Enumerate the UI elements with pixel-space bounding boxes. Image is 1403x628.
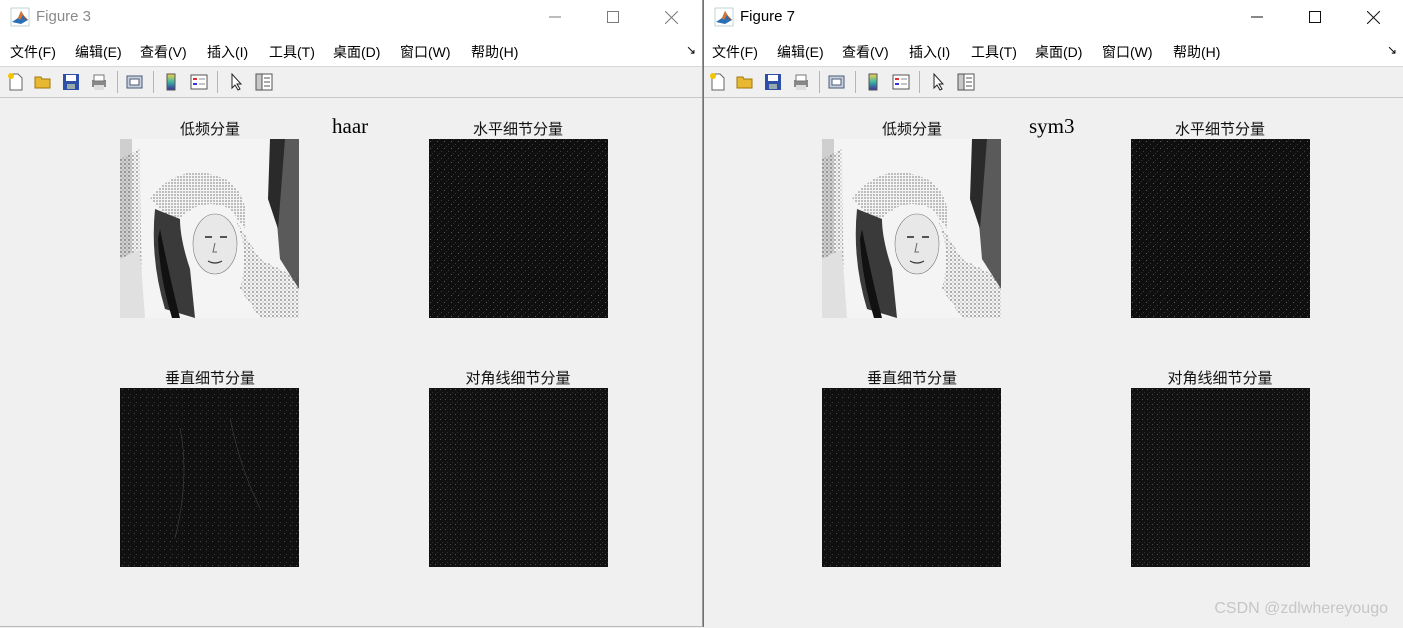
pointer-icon[interactable] [928,72,948,92]
figure-7-window: Figure 7 文件(F) 编辑(E) 查看(V) 插入(I) 工具(T) 桌… [703,0,1403,627]
print-icon[interactable] [89,72,109,92]
vertical-detail-title: 垂直细节分量 [866,369,957,387]
close-button[interactable] [642,0,700,34]
vertical-detail-title: 垂直细节分量 [164,369,255,387]
figure-canvas[interactable]: 低频分量 sym3 水平细节分量 垂直细节分量 对角线细节分量 CSDN @zd… [704,98,1403,627]
menu-edit[interactable]: 编辑(E) [75,42,122,62]
legend-icon[interactable] [189,72,209,92]
menu-desktop[interactable]: 桌面(D) [333,42,380,62]
new-figure-icon[interactable] [6,72,26,92]
menu-help[interactable]: 帮助(H) [1173,42,1220,62]
menu-view[interactable]: 查看(V) [842,42,889,62]
dock-arrow-icon[interactable]: ↘ [1387,43,1397,57]
figure-toolbar [0,67,702,98]
colorbar-icon[interactable] [863,72,883,92]
horizontal-detail-title: 水平细节分量 [472,120,563,138]
toolbar-separator [819,71,820,93]
menu-tools[interactable]: 工具(T) [971,42,1017,62]
maximize-icon [1309,11,1321,23]
toolbar-separator [855,71,856,93]
figure-canvas[interactable]: 低频分量 haar 水平细节分量 垂直细节分量 对角线细节分量 [0,98,702,626]
print-preview-icon[interactable] [827,72,847,92]
menu-desktop[interactable]: 桌面(D) [1035,42,1082,62]
vertical-detail-image[interactable] [120,388,299,567]
menu-file[interactable]: 文件(F) [712,42,758,62]
menu-insert[interactable]: 插入(I) [909,42,950,62]
low-frequency-image[interactable] [822,139,1001,318]
menu-insert[interactable]: 插入(I) [207,42,248,62]
toolbar-separator [117,71,118,93]
minimize-icon [549,16,561,18]
diagonal-detail-image[interactable] [429,388,608,567]
colorbar-icon[interactable] [161,72,181,92]
menu-help[interactable]: 帮助(H) [471,42,518,62]
menu-file[interactable]: 文件(F) [10,42,56,62]
menu-bar: 文件(F) 编辑(E) 查看(V) 插入(I) 工具(T) 桌面(D) 窗口(W… [0,34,702,67]
figure-3-window: Figure 3 文件(F) 编辑(E) 查看(V) 插入(I) 工具(T) 桌… [0,0,703,627]
toolbar-separator [217,71,218,93]
toolbar-separator [153,71,154,93]
matlab-logo-icon [10,7,30,27]
menu-edit[interactable]: 编辑(E) [777,42,824,62]
watermark: CSDN @zdlwhereyougo [1214,600,1388,617]
horizontal-detail-image[interactable] [429,139,608,318]
title-bar[interactable]: Figure 7 [704,0,1403,34]
diagonal-detail-title: 对角线细节分量 [465,369,571,387]
low-frequency-image[interactable] [120,139,299,318]
minimize-icon [1251,16,1263,18]
window-title: Figure 3 [36,8,92,25]
horizontal-detail-title: 水平细节分量 [1174,120,1265,138]
close-icon [1366,10,1380,24]
diagonal-detail-title: 对角线细节分量 [1167,369,1273,387]
property-inspector-icon[interactable] [254,72,274,92]
menu-window[interactable]: 窗口(W) [1102,42,1153,62]
property-inspector-icon[interactable] [956,72,976,92]
maximize-icon [607,11,619,23]
print-preview-icon[interactable] [125,72,145,92]
wavelet-label: sym3 [1029,114,1075,138]
open-file-icon[interactable] [33,72,53,92]
close-button[interactable] [1344,0,1402,34]
toolbar-separator [919,71,920,93]
diagonal-detail-image[interactable] [1131,388,1310,567]
low-frequency-title: 低频分量 [179,120,240,138]
maximize-button[interactable] [584,0,642,34]
new-figure-icon[interactable] [708,72,728,92]
wavelet-label: haar [332,114,369,138]
legend-icon[interactable] [891,72,911,92]
low-frequency-title: 低频分量 [881,120,942,138]
close-icon [664,10,678,24]
horizontal-detail-image[interactable] [1131,139,1310,318]
save-icon[interactable] [763,72,783,92]
matlab-logo-icon [714,7,734,27]
window-title: Figure 7 [740,8,796,25]
print-icon[interactable] [791,72,811,92]
minimize-button[interactable] [1228,0,1286,34]
maximize-button[interactable] [1286,0,1344,34]
figure-toolbar [704,67,1403,98]
save-icon[interactable] [61,72,81,92]
menu-tools[interactable]: 工具(T) [269,42,315,62]
menu-bar: 文件(F) 编辑(E) 查看(V) 插入(I) 工具(T) 桌面(D) 窗口(W… [704,34,1403,67]
dock-arrow-icon[interactable]: ↘ [686,43,696,57]
title-bar[interactable]: Figure 3 [0,0,702,34]
vertical-detail-image[interactable] [822,388,1001,567]
menu-window[interactable]: 窗口(W) [400,42,451,62]
minimize-button[interactable] [526,0,584,34]
pointer-icon[interactable] [226,72,246,92]
open-file-icon[interactable] [735,72,755,92]
menu-view[interactable]: 查看(V) [140,42,187,62]
